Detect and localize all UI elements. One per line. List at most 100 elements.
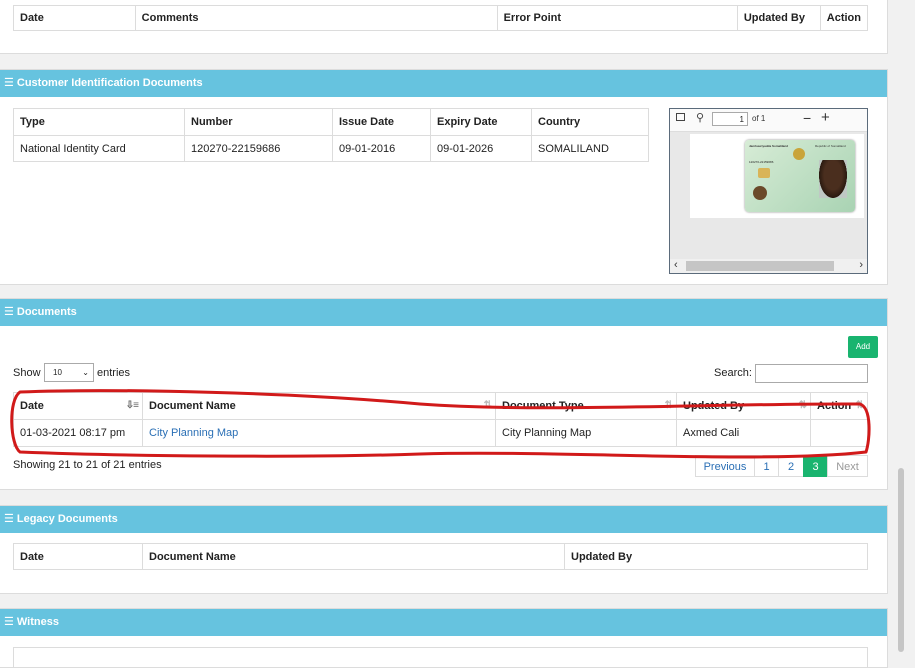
col-comments[interactable]: Comments xyxy=(134,5,498,31)
col-updated-by[interactable]: Updated By xyxy=(736,5,821,31)
document-link[interactable]: City Planning Map xyxy=(149,427,238,439)
panel-title: Documents xyxy=(16,306,77,318)
pager-next[interactable]: Next xyxy=(827,455,868,477)
add-button[interactable]: Add xyxy=(848,336,878,358)
col-document-name[interactable]: Document Name ⇅ xyxy=(142,392,496,420)
pagination: Previous 1 2 3 Next xyxy=(695,455,868,477)
document-page: Jamhuuriyadda Somaliland Republic of Som… xyxy=(690,134,864,218)
panel-header: ☰ Customer Identification Documents xyxy=(0,70,887,97)
col-date[interactable]: Date xyxy=(13,543,143,570)
legacy-table: Date Document Name Updated By xyxy=(13,543,868,570)
card-photo xyxy=(819,160,847,198)
sort-icon: ⇅ xyxy=(664,400,673,411)
zoom-out-icon[interactable]: − xyxy=(803,110,811,126)
page-number-input[interactable]: 1 xyxy=(712,112,748,126)
cell-date: 01-03-2021 08:17 pm xyxy=(13,419,143,447)
documents-table: Date ⇩≡ Document Name ⇅ Document Type ⇅ Upd… xyxy=(13,392,868,447)
cell-type: National Identity Card xyxy=(13,135,185,162)
documents-panel: ☰ Documents Add Show 10 ⌄ entries Search:… xyxy=(0,298,888,490)
cell-document-name: City Planning Map xyxy=(142,419,496,447)
col-date[interactable]: Date xyxy=(13,5,136,31)
col-date-label: Date xyxy=(20,400,44,412)
col-issue-date[interactable]: Issue Date xyxy=(332,108,431,136)
history-table: Date Comments Error Point Updated By Act… xyxy=(13,5,869,31)
search-icon[interactable]: ⚲ xyxy=(696,111,704,124)
col-action[interactable]: Action xyxy=(819,5,869,31)
table-row: National Identity Card 120270-22159686 0… xyxy=(13,135,649,162)
col-document-type-label: Document Type xyxy=(502,400,584,412)
history-panel: Date Comments Error Point Updated By Act… xyxy=(0,0,888,54)
panel-header: ☰ Witness xyxy=(0,609,887,636)
cell-country: SOMALILAND xyxy=(531,135,649,162)
page-scrollbar[interactable] xyxy=(888,0,915,652)
cell-expiry-date: 09-01-2026 xyxy=(430,135,532,162)
col-type[interactable]: Type xyxy=(13,108,185,136)
card-republic-label: Republic of Somaliland xyxy=(815,144,846,148)
sort-icon: ⇅ xyxy=(798,400,807,411)
panel-title: Witness xyxy=(16,616,59,628)
col-document-type[interactable]: Document Type ⇅ xyxy=(495,392,677,420)
pager-previous[interactable]: Previous xyxy=(695,455,755,477)
col-country[interactable]: Country xyxy=(531,108,649,136)
col-date[interactable]: Date ⇩≡ xyxy=(13,392,143,420)
search-input[interactable] xyxy=(755,364,868,383)
viewer-toolbar: ⚲ 1 of 1 − + xyxy=(670,109,867,132)
cell-updated-by: Axmed Cali xyxy=(676,419,811,447)
sort-icon: ⇅ xyxy=(483,400,492,411)
id-card-image: Jamhuuriyadda Somaliland Republic of Som… xyxy=(745,140,855,212)
entries-label: entries xyxy=(97,367,131,379)
list-icon: ☰ xyxy=(4,306,14,318)
scroll-left-icon[interactable]: ‹ xyxy=(674,259,678,271)
cell-action[interactable] xyxy=(810,419,868,447)
legacy-documents-panel: ☰ Legacy Documents Date Document Name Upd… xyxy=(0,505,888,594)
col-updated-by[interactable]: Updated By xyxy=(564,543,868,570)
list-icon: ☰ xyxy=(4,616,14,628)
witness-table-top xyxy=(13,647,868,667)
card-number: 120270-22159686 xyxy=(749,160,774,164)
col-number[interactable]: Number xyxy=(184,108,333,136)
card-seal-icon xyxy=(753,186,767,200)
col-action[interactable]: Action ⇅ xyxy=(810,392,868,420)
pager-page-1[interactable]: 1 xyxy=(754,455,779,477)
panel-header: ☰ Documents xyxy=(0,299,887,326)
col-document-name[interactable]: Document Name xyxy=(142,543,565,570)
panel-header: ☰ Legacy Documents xyxy=(0,506,887,533)
panel-title: Legacy Documents xyxy=(16,513,118,525)
page-scroll-thumb[interactable] xyxy=(898,468,904,652)
col-error-point[interactable]: Error Point xyxy=(496,5,738,31)
card-emblem-icon xyxy=(793,148,805,160)
sort-desc-icon: ⇩≡ xyxy=(125,400,139,411)
cell-number: 120270-22159686 xyxy=(184,135,333,162)
list-icon: ☰ xyxy=(4,513,14,525)
list-icon: ☰ xyxy=(4,77,14,89)
cell-issue-date: 09-01-2016 xyxy=(332,135,431,162)
viewer-hscrollbar[interactable]: ‹ › xyxy=(670,259,867,273)
customer-id-docs-panel: ☰ Customer Identification Documents Type … xyxy=(0,69,888,285)
col-updated-by[interactable]: Updated By ⇅ xyxy=(676,392,811,420)
page-count: of 1 xyxy=(752,114,766,123)
col-action-label: Action xyxy=(817,400,852,412)
panel-title: Customer Identification Documents xyxy=(16,77,203,89)
show-label: Show xyxy=(13,367,41,379)
pager-page-2[interactable]: 2 xyxy=(778,455,804,477)
cell-document-type: City Planning Map xyxy=(495,419,677,447)
length-value: 10 xyxy=(53,368,62,377)
card-chip-icon xyxy=(758,168,770,178)
hscroll-thumb[interactable] xyxy=(686,261,834,271)
card-issuer-label: Jamhuuriyadda Somaliland xyxy=(749,144,789,148)
witness-panel: ☰ Witness xyxy=(0,608,888,668)
id-docs-table: Type Number Issue Date Expiry Date Count… xyxy=(13,108,649,162)
sort-icon: ⇅ xyxy=(855,400,864,411)
table-row[interactable]: 01-03-2021 08:17 pm City Planning Map Ci… xyxy=(13,419,868,447)
col-updated-by-label: Updated By xyxy=(683,400,745,412)
pdf-viewer[interactable]: ⚲ 1 of 1 − + Jamhuuriyadda Somaliland Re… xyxy=(669,108,868,274)
pager-page-3[interactable]: 3 xyxy=(803,455,828,477)
col-expiry-date[interactable]: Expiry Date xyxy=(430,108,532,136)
scroll-right-icon[interactable]: › xyxy=(859,259,863,271)
sidebar-toggle-icon[interactable] xyxy=(676,113,685,121)
search-label: Search: xyxy=(714,367,752,379)
length-select[interactable]: 10 ⌄ xyxy=(44,363,94,382)
col-document-name-label: Document Name xyxy=(149,400,236,412)
zoom-in-icon[interactable]: + xyxy=(821,109,830,126)
table-info: Showing 21 to 21 of 21 entries xyxy=(13,459,162,471)
